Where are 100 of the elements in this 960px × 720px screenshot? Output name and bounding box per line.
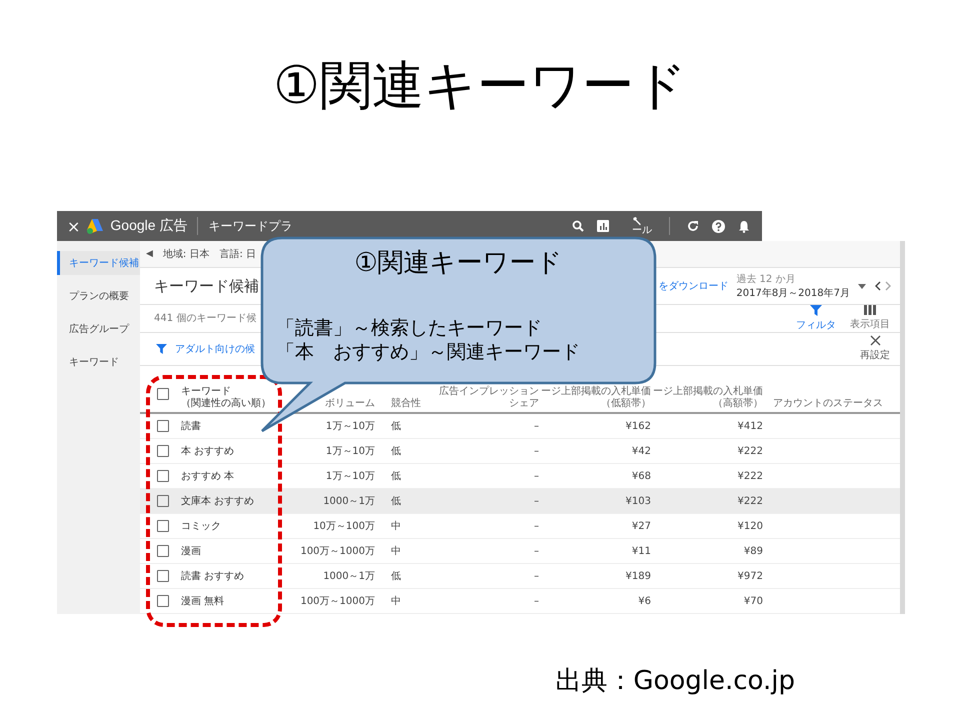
table-cell-text: – [533,496,540,506]
table-cell-text: 文庫本 おすすめ [181,494,256,508]
logo-icon [86,218,104,234]
sidebar-item[interactable]: キーワード [57,350,140,374]
table-cell-text: – [533,596,540,606]
column-header[interactable]: 競合性 [391,398,421,410]
reset-button[interactable]: 再設定 [860,335,890,362]
checkbox[interactable] [157,420,169,432]
refresh-icon[interactable] [687,220,699,232]
table-cell-text: 低 [390,570,402,583]
section-heading: キーワード候補 [154,276,259,296]
table-cell-text: ¥70 [742,596,764,606]
table-cell-text: 読書 おすすめ [181,570,246,583]
table-cell-text: 1万～10万 [324,470,376,483]
column-header[interactable]: ージ上部掲載の入札単価 （高額帯） [653,386,763,410]
column-header[interactable]: アカウントのステータス [773,398,883,410]
table-cell-text: 中 [390,520,402,533]
previous-icon[interactable] [874,281,881,292]
targeting-label[interactable]: 地域: 日本 [162,247,210,262]
table-cell-text: 本 おすすめ [181,444,236,458]
download-link[interactable]: をダウンロード [658,279,728,294]
column-header[interactable]: ージ上部掲載の入札単価 （低額帯） [541,386,651,410]
table-cell-text: 1000～1万 [322,570,376,583]
table-cell-text: 漫画 無料 [181,594,226,608]
toolbar-button[interactable]: フィルタ [796,304,836,332]
sidebar-item[interactable]: 広告グループ [57,317,140,341]
tool-label: ール [632,226,652,236]
close-button[interactable]: × [67,216,80,236]
checkbox[interactable] [157,388,169,400]
scrollbar[interactable] [900,241,905,614]
filter-icon [156,344,167,354]
callout-text: 「読書」～検索したキーワード [275,317,543,341]
source-credit: 出典：Google.co.jp [555,665,795,698]
page-title: キーワードプラ [208,218,292,234]
search-icon[interactable] [572,220,584,232]
checkbox[interactable] [157,495,169,507]
checkbox[interactable] [157,520,169,532]
table-cell-text: ¥103 [624,496,652,506]
targeting-label[interactable]: 言語: 日 [219,247,256,262]
close-icon [870,335,880,346]
table-cell-text: 低 [390,445,402,458]
dropdown-caret-icon[interactable] [858,284,866,289]
sidebar-item[interactable]: キーワード候補 [57,251,140,275]
checkbox[interactable] [157,545,169,557]
filter-link[interactable]: アダルト向けの候 [175,342,255,356]
checkbox[interactable] [157,570,169,582]
chart-icon[interactable] [597,220,609,232]
table-row[interactable]: 漫画 無料 100万～1000万 中 – ¥6 ¥70 [140,589,900,614]
table-cell-text: – [533,470,540,482]
callout-title: ①関連キーワード [354,248,563,280]
bell-icon[interactable] [738,220,750,232]
table-cell-text: ¥972 [736,570,764,582]
table-cell-text: 1万～10万 [324,445,376,458]
table-cell-text: 読書 [181,420,202,433]
table-row[interactable]: 漫画 100万～1000万 中 – ¥11 ¥89 [140,539,900,564]
table-cell-text: 中 [390,544,402,558]
table-cell-text: 低 [390,470,402,483]
table-cell-text: ¥27 [630,520,652,532]
table-row[interactable]: コミック 10万～100万 中 – ¥27 ¥120 [140,514,900,539]
table-cell-text: 低 [390,495,402,508]
table-cell-text: ¥412 [736,420,764,432]
table-cell-text: – [533,420,540,432]
column-header[interactable]: キーワード （関連性の高い順） [181,386,271,410]
result-count: 441 個のキーワード候 [154,312,256,326]
table-cell-text: ¥222 [736,496,764,506]
table-row[interactable]: 本 おすすめ 1万～10万 低 – ¥42 ¥222 [140,439,900,464]
checkbox[interactable] [157,470,169,482]
table-cell-text: ¥189 [624,570,652,582]
collapse-button[interactable]: ◀ [140,249,153,260]
table-cell-text: – [533,546,540,556]
table-cell-text: ¥89 [742,546,764,556]
date-range-picker[interactable]: 過去 12 か月 2017年8月～2018年7月 [736,272,850,300]
table-cell-text: ¥162 [624,420,652,432]
table-cell-text: 低 [390,420,402,433]
table-cell-text: 1000～1万 [322,495,376,508]
highlighted-row[interactable]: 文庫本 おすすめ 1000～1万 低 – ¥103 ¥222 [140,489,900,514]
app-name: Google 広告 [110,217,188,235]
sidebar-item[interactable]: プランの概要 [57,284,140,308]
table-cell-text: 中 [390,594,402,608]
table-cell-text: 100万～1000万 [299,595,376,608]
table-cell-text: 漫画 [181,545,202,558]
table-cell-text: ¥222 [736,446,764,456]
table-cell-text: ¥42 [630,446,652,456]
checkbox[interactable] [157,445,169,457]
checkbox[interactable] [157,595,169,607]
table-cell-text: – [533,520,540,532]
table-cell-text: ¥68 [630,470,652,482]
table-cell-text: 100万～1000万 [299,545,376,558]
table-cell-text: ¥6 [637,596,652,606]
column-header[interactable]: ボリューム [325,398,375,410]
help-icon[interactable] [712,220,725,232]
table-cell-text: 10万～100万 [312,520,376,533]
column-header[interactable]: 広告インプレッション シェア [439,386,539,410]
table-cell-text: ¥120 [736,520,764,532]
table-cell-text: ¥222 [736,470,764,482]
toolbar-button[interactable]: 表示項目 [850,305,890,332]
table-cell-text: 1万～10万 [324,420,376,433]
filter-icon [810,304,822,316]
table-row[interactable]: 読書 おすすめ 1000～1万 低 – ¥189 ¥972 [140,564,900,589]
wrench-icon[interactable] [632,216,642,226]
